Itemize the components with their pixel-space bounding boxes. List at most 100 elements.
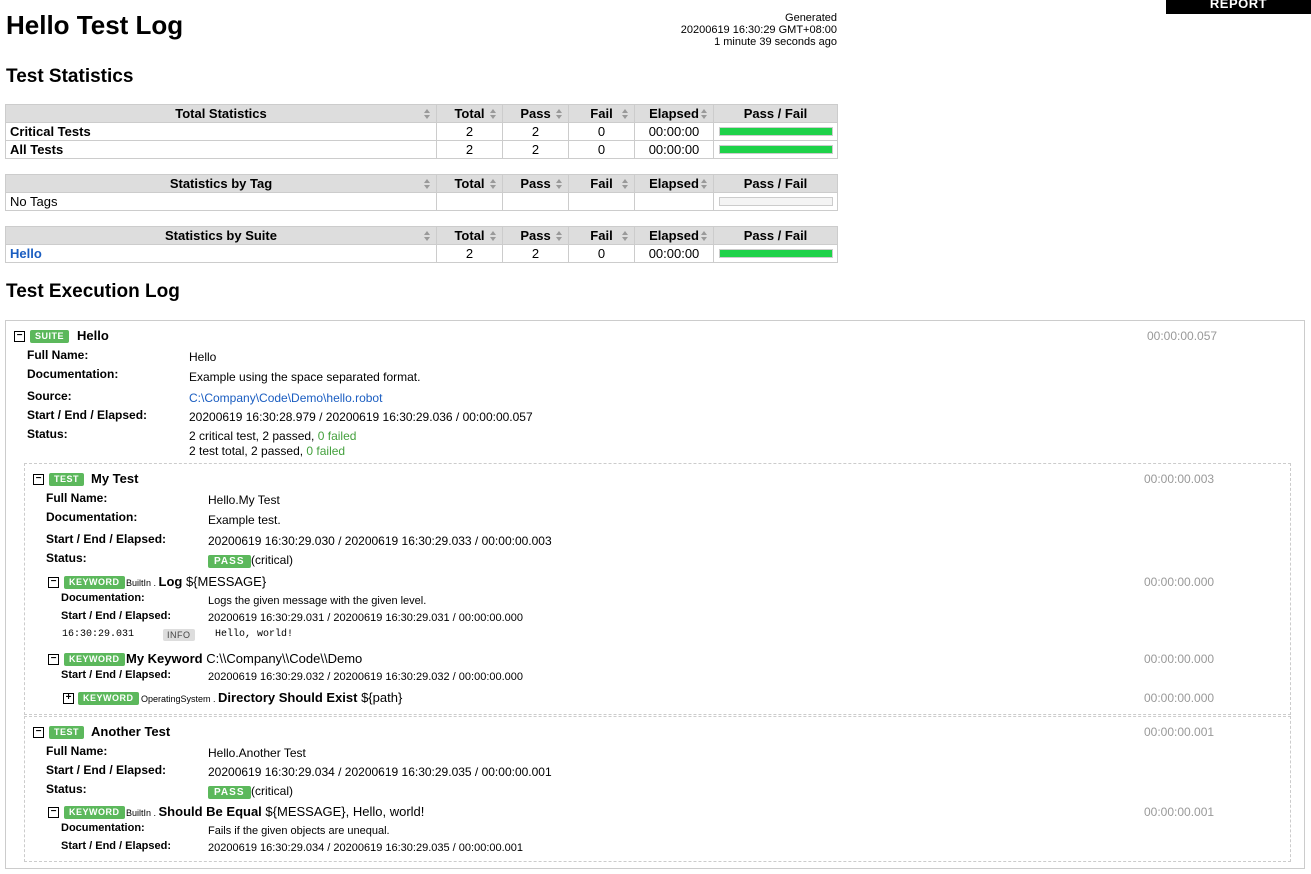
pass-bar-fill xyxy=(719,250,832,257)
stat-elapsed: 00:00:00 xyxy=(634,140,714,159)
total-statistics-table: Total Statistics Total Pass Fail Elapsed… xyxy=(5,104,838,159)
column-header-name[interactable]: Statistics by Suite xyxy=(5,226,437,245)
test-elapsed: 00:00:00.001 xyxy=(1144,725,1215,739)
column-header-pass[interactable]: Pass xyxy=(502,104,569,123)
test-times: 20200619 16:30:29.030 / 20200619 16:30:2… xyxy=(208,534,552,548)
stat-elapsed: 00:00:00 xyxy=(634,122,714,141)
sort-icon xyxy=(556,231,563,241)
generated-ago: 1 minute 39 seconds ago xyxy=(714,36,837,48)
tag-statistics-table: Statistics by Tag Total Pass Fail Elapse… xyxy=(5,174,838,211)
suite-times: 20200619 16:30:28.979 / 20200619 16:30:2… xyxy=(189,410,533,424)
collapse-toggle-icon[interactable]: − xyxy=(14,331,25,342)
column-header-total[interactable]: Total xyxy=(436,104,503,123)
page-title: Hello Test Log xyxy=(6,10,184,40)
column-header-pass[interactable]: Pass xyxy=(502,226,569,245)
test-another-test: − TEST Another Test 00:00:00.001 Full Na… xyxy=(24,716,1291,862)
keyword-times: 20200619 16:30:29.031 / 20200619 16:30:2… xyxy=(208,612,524,624)
keyword-badge: KEYWORD xyxy=(64,653,125,666)
suite-name[interactable]: Hello xyxy=(77,328,109,343)
collapse-toggle-icon[interactable]: − xyxy=(48,654,59,665)
documentation-label: Documentation: xyxy=(27,367,119,381)
column-header-name[interactable]: Statistics by Tag xyxy=(5,174,437,193)
column-header-fail[interactable]: Fail xyxy=(568,174,635,193)
documentation-label: Documentation: xyxy=(61,592,145,604)
times-label: Start / End / Elapsed: xyxy=(61,840,172,852)
times-label: Start / End / Elapsed: xyxy=(27,408,148,422)
keyword-my-keyword[interactable]: My Keyword C:\\Company\\Code\\Demo xyxy=(126,651,362,666)
stat-pass: 2 xyxy=(502,122,569,141)
status-label: Status: xyxy=(46,782,87,796)
test-name[interactable]: Another Test xyxy=(91,724,170,739)
column-header-pass-fail: Pass / Fail xyxy=(713,174,838,193)
critical-flag: (critical) xyxy=(251,784,293,798)
keyword-documentation: Fails if the given objects are unequal. xyxy=(208,825,390,837)
stat-name: All Tests xyxy=(5,140,437,159)
pass-bar-fill xyxy=(719,128,832,135)
times-label: Start / End / Elapsed: xyxy=(46,763,167,777)
test-full-name: Hello.My Test xyxy=(208,493,280,507)
source-link[interactable]: C:\Company\Code\Demo\hello.robot xyxy=(189,391,382,405)
status-label: Status: xyxy=(46,551,87,565)
table-row[interactable]: All Tests 2 2 0 00:00:00 xyxy=(5,140,838,159)
test-badge: TEST xyxy=(49,473,85,486)
stat-total: 2 xyxy=(436,140,503,159)
test-times: 20200619 16:30:29.034 / 20200619 16:30:2… xyxy=(208,765,552,779)
stat-pass xyxy=(502,192,569,211)
times-label: Start / End / Elapsed: xyxy=(46,532,167,546)
column-header-elapsed[interactable]: Elapsed xyxy=(634,104,714,123)
column-header-total[interactable]: Total xyxy=(436,226,503,245)
test-full-name: Hello.Another Test xyxy=(208,746,306,760)
sort-icon xyxy=(490,179,497,189)
column-header-elapsed[interactable]: Elapsed xyxy=(634,174,714,193)
table-row[interactable]: Hello 2 2 0 00:00:00 xyxy=(5,244,838,263)
suite-badge: SUITE xyxy=(30,330,70,343)
report-link[interactable]: REPORT xyxy=(1166,0,1311,14)
stat-graph xyxy=(713,140,838,159)
sort-icon xyxy=(701,231,708,241)
source-label: Source: xyxy=(27,389,72,403)
pass-fail-bar xyxy=(718,145,833,154)
collapse-toggle-icon[interactable]: − xyxy=(48,807,59,818)
expand-toggle-icon[interactable]: + xyxy=(63,693,74,704)
suite-statistics-table: Statistics by Suite Total Pass Fail Elap… xyxy=(5,226,838,263)
collapse-toggle-icon[interactable]: − xyxy=(33,474,44,485)
generated-time: 20200619 16:30:29 GMT+08:00 xyxy=(680,24,837,36)
suite-link-hello[interactable]: Hello xyxy=(10,246,42,261)
suite-status-total: 2 test total, 2 passed, 0 failed xyxy=(189,444,346,458)
test-name[interactable]: My Test xyxy=(91,471,138,486)
keyword-documentation: Logs the given message with the given le… xyxy=(208,595,427,607)
suite-full-name: Hello xyxy=(189,350,217,364)
generated-info: Generated 20200619 16:30:29 GMT+08:00 1 … xyxy=(640,12,837,48)
column-header-pass-fail: Pass / Fail xyxy=(713,226,838,245)
table-row[interactable]: Critical Tests 2 2 0 00:00:00 xyxy=(5,122,838,141)
collapse-toggle-icon[interactable]: − xyxy=(33,727,44,738)
keyword-times: 20200619 16:30:29.032 / 20200619 16:30:2… xyxy=(208,671,524,683)
pass-fail-bar xyxy=(718,127,833,136)
table-header-row: Total Statistics Total Pass Fail Elapsed… xyxy=(5,104,838,123)
sort-icon xyxy=(556,179,563,189)
sort-icon xyxy=(424,231,431,241)
collapse-toggle-icon[interactable]: − xyxy=(48,577,59,588)
full-name-label: Full Name: xyxy=(46,491,108,505)
sort-icon xyxy=(622,231,629,241)
column-header-pass[interactable]: Pass xyxy=(502,174,569,193)
stat-total: 2 xyxy=(436,244,503,263)
column-header-elapsed[interactable]: Elapsed xyxy=(634,226,714,245)
keyword-should-be-equal[interactable]: BuiltIn . Should Be Equal ${MESSAGE}, He… xyxy=(126,804,424,819)
stat-fail: 0 xyxy=(568,140,635,159)
table-row: No Tags xyxy=(5,192,838,211)
pass-fail-bar xyxy=(718,197,833,206)
pass-bar-fill xyxy=(719,146,832,153)
status-label: Status: xyxy=(27,427,68,441)
stat-graph xyxy=(713,244,838,263)
stat-name: Hello xyxy=(5,244,437,263)
keyword-badge: KEYWORD xyxy=(78,692,139,705)
column-header-fail[interactable]: Fail xyxy=(568,104,635,123)
keyword-log[interactable]: BuiltIn . Log ${MESSAGE} xyxy=(126,574,266,589)
column-header-fail[interactable]: Fail xyxy=(568,226,635,245)
stat-fail: 0 xyxy=(568,244,635,263)
keyword-directory-should-exist[interactable]: OperatingSystem . Directory Should Exist… xyxy=(141,690,402,705)
column-header-total[interactable]: Total xyxy=(436,174,503,193)
column-header-name[interactable]: Total Statistics xyxy=(5,104,437,123)
status-badge: PASS xyxy=(208,786,251,799)
